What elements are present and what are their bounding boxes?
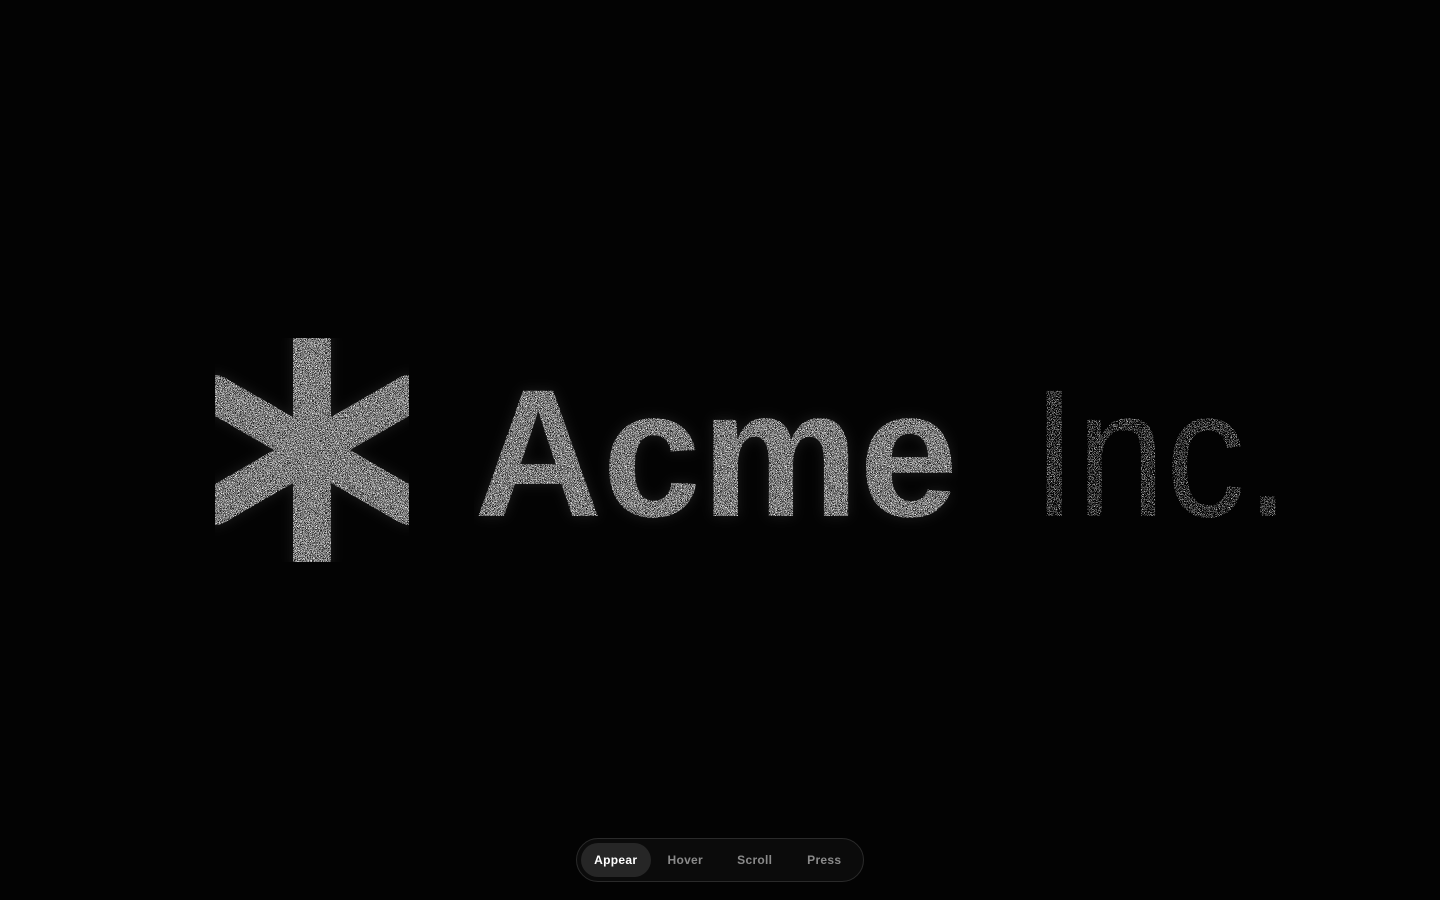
tab-hover[interactable]: Hover [651,843,721,877]
wordmark-primary: Acme [474,351,958,555]
tab-appear[interactable]: Appear [581,843,651,877]
canvas-stage: Acme Inc. Appear Hover Scroll Press [0,0,1440,900]
tab-press[interactable]: Press [790,843,860,877]
wordmark-secondary: Inc. [1032,351,1290,555]
particle-logo-svg: Acme Inc. [196,319,1290,581]
particle-logo: Acme Inc. [0,0,1440,900]
animation-mode-tabbar: Appear Hover Scroll Press [576,838,864,882]
tab-scroll[interactable]: Scroll [720,843,790,877]
asterisk-icon [196,319,428,581]
